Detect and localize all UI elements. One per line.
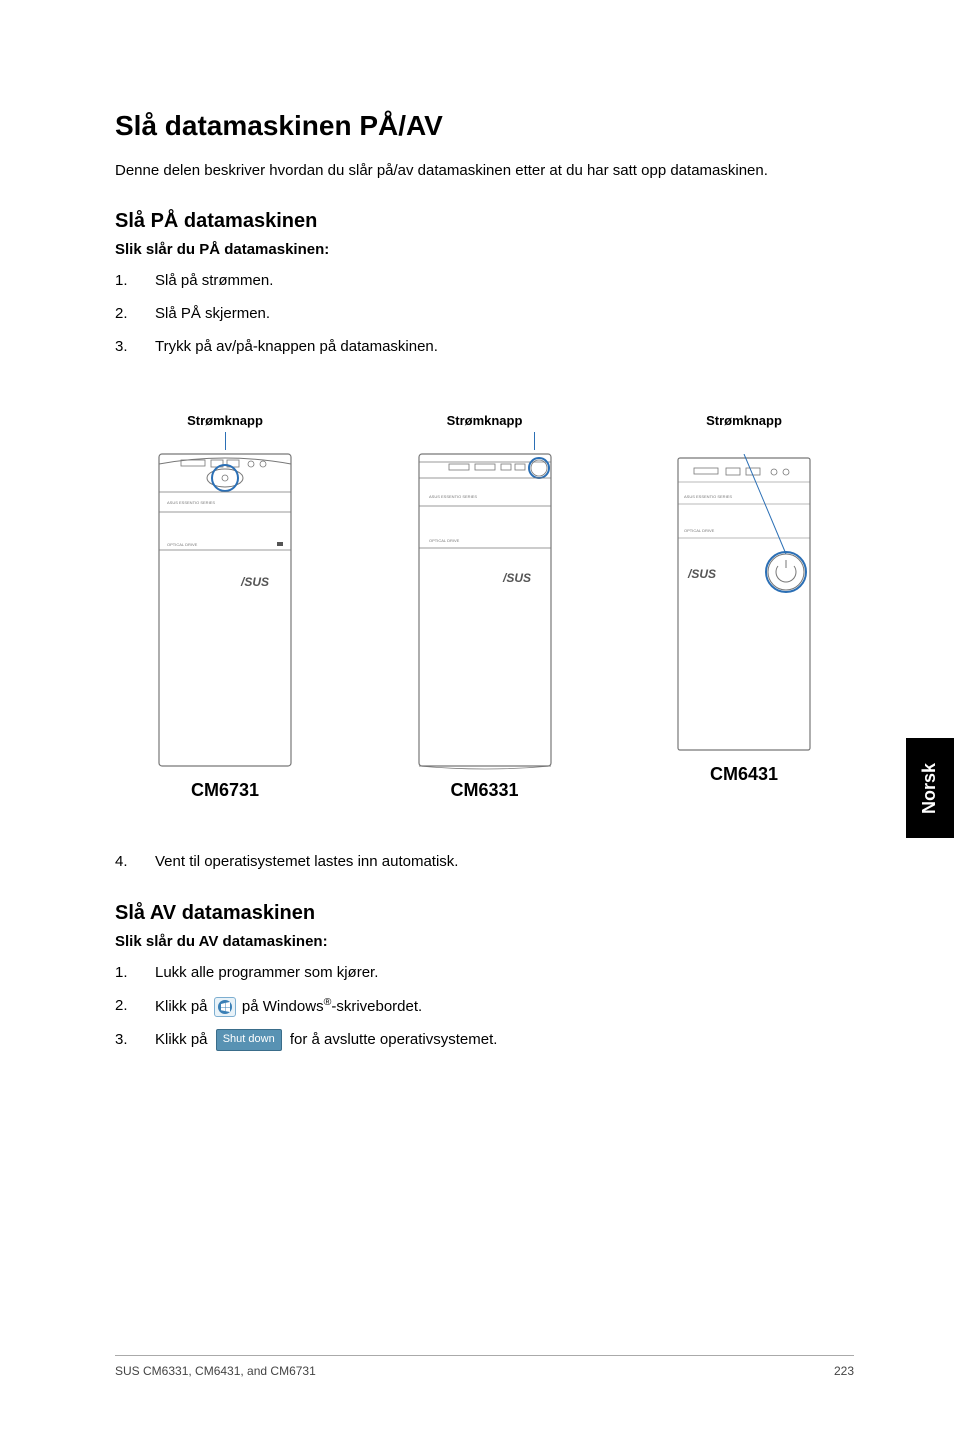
- step-text: Slå PÅ skjermen.: [155, 303, 854, 324]
- svg-text:ASUS ESSENTIO SERIES: ASUS ESSENTIO SERIES: [429, 494, 477, 499]
- list-item: 2. Slå PÅ skjermen.: [115, 303, 854, 324]
- step-number: 2.: [115, 995, 155, 1017]
- power-button-label: Strømknapp: [706, 413, 782, 428]
- step-number: 3.: [115, 1029, 155, 1051]
- svg-text:OPTICAL DRIVE: OPTICAL DRIVE: [684, 528, 715, 533]
- windows-start-icon: [214, 997, 236, 1017]
- svg-text:/SUS: /SUS: [687, 567, 716, 581]
- steps-on-cont: 4. Vent til operatisystemet lastes inn a…: [115, 851, 854, 872]
- language-side-tab: Norsk: [906, 738, 954, 838]
- step-text: Slå på strømmen.: [155, 270, 854, 291]
- step-number: 1.: [115, 270, 155, 291]
- step-number: 1.: [115, 962, 155, 983]
- step-text: Trykk på av/på-knappen på datamaskinen.: [155, 336, 854, 357]
- text-fragment: Klikk på: [155, 998, 208, 1015]
- steps-off-list: 1. Lukk alle programmer som kjører. 2. K…: [115, 962, 854, 1051]
- list-item: 3. Klikk på Shut down for å avslutte ope…: [115, 1029, 854, 1051]
- list-item: 4. Vent til operatisystemet lastes inn a…: [115, 851, 854, 872]
- list-item: 1. Slå på strømmen.: [115, 270, 854, 291]
- figure-cm6431: Strømknapp ASUS ESSENTIO SERIES OPTICAL …: [674, 413, 814, 801]
- svg-text:OPTICAL DRIVE: OPTICAL DRIVE: [429, 538, 460, 543]
- text-fragment: for å avslutte operativsystemet.: [290, 1031, 498, 1048]
- list-item: 2. Klikk på på Windows®-skrivebordet.: [115, 995, 854, 1017]
- model-label-cm6331: CM6331: [450, 780, 518, 801]
- step-text: Vent til operatisystemet lastes inn auto…: [155, 851, 854, 872]
- list-item: 1. Lukk alle programmer som kjører.: [115, 962, 854, 983]
- tower-cm6331: ASUS ESSENTIO SERIES OPTICAL DRIVE /SUS: [415, 450, 555, 770]
- svg-text:ASUS ESSENTIO SERIES: ASUS ESSENTIO SERIES: [167, 500, 215, 505]
- text-fragment: Klikk på: [155, 1031, 208, 1048]
- model-label-cm6731: CM6731: [191, 780, 259, 801]
- language-label: Norsk: [920, 762, 941, 813]
- step-text: Lukk alle programmer som kjører.: [155, 962, 854, 983]
- svg-text:OPTICAL DRIVE: OPTICAL DRIVE: [167, 542, 198, 547]
- svg-text:ASUS ESSENTIO SERIES: ASUS ESSENTIO SERIES: [684, 494, 732, 499]
- tower-cm6731: ASUS ESSENTIO SERIES OPTICAL DRIVE /SUS: [155, 450, 295, 770]
- list-item: 3. Trykk på av/på-knappen på datamaskine…: [115, 336, 854, 357]
- section-off-subtitle: Slik slår du AV datamaskinen:: [115, 933, 854, 950]
- leader-line: [225, 432, 226, 450]
- step-number: 2.: [115, 303, 155, 324]
- tower-cm6431: ASUS ESSENTIO SERIES OPTICAL DRIVE /SUS: [674, 454, 814, 754]
- footer-left: SUS CM6331, CM6431, and CM6731: [115, 1364, 316, 1378]
- power-button-label: Strømknapp: [187, 413, 263, 428]
- figure-cm6731: Strømknapp AS: [155, 413, 295, 801]
- section-off-title: Slå AV datamaskinen: [115, 902, 854, 925]
- page-footer: SUS CM6331, CM6431, and CM6731 223: [115, 1355, 854, 1378]
- figures-row: Strømknapp AS: [115, 377, 854, 801]
- step-number: 4.: [115, 851, 155, 872]
- section-on-subtitle: Slik slår du PÅ datamaskinen:: [115, 241, 854, 258]
- leader-line: [534, 432, 535, 450]
- footer-page-number: 223: [834, 1364, 854, 1378]
- intro-paragraph: Denne delen beskriver hvordan du slår på…: [115, 160, 854, 182]
- text-fragment: -skrivebordet.: [331, 998, 422, 1015]
- step-text: Klikk på på Windows®-skrivebordet.: [155, 995, 854, 1017]
- step-number: 3.: [115, 336, 155, 357]
- step-text: Klikk på Shut down for å avslutte operat…: [155, 1029, 854, 1051]
- svg-text:/SUS: /SUS: [502, 571, 531, 585]
- shutdown-button-graphic: Shut down: [216, 1029, 282, 1050]
- page-title: Slå datamaskinen PÅ/AV: [115, 110, 854, 142]
- svg-text:/SUS: /SUS: [240, 575, 269, 589]
- text-fragment: på Windows: [242, 998, 324, 1015]
- model-label-cm6431: CM6431: [710, 764, 778, 785]
- power-button-label: Strømknapp: [447, 413, 523, 428]
- section-on-title: Slå PÅ datamaskinen: [115, 210, 854, 233]
- steps-on-list: 1. Slå på strømmen. 2. Slå PÅ skjermen. …: [115, 270, 854, 357]
- figure-cm6331: Strømknapp ASUS ESSENTIO SERIES: [415, 413, 555, 801]
